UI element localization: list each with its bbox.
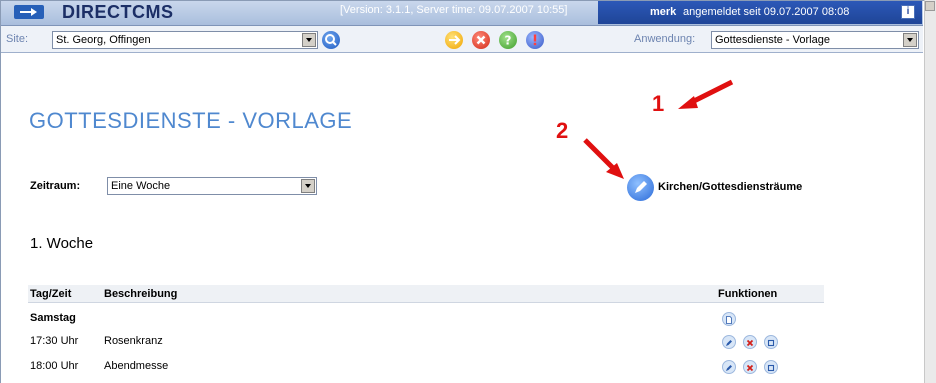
annotation-number-1: 1 (652, 91, 665, 116)
annotation-arrows (583, 79, 734, 179)
vertical-scrollbar[interactable] (924, 0, 936, 383)
scroll-up-icon[interactable] (925, 1, 935, 11)
annotation-arrow-1 (678, 79, 734, 109)
annotation-arrow-2 (583, 138, 624, 179)
annotation-number-2: 2 (556, 118, 569, 143)
